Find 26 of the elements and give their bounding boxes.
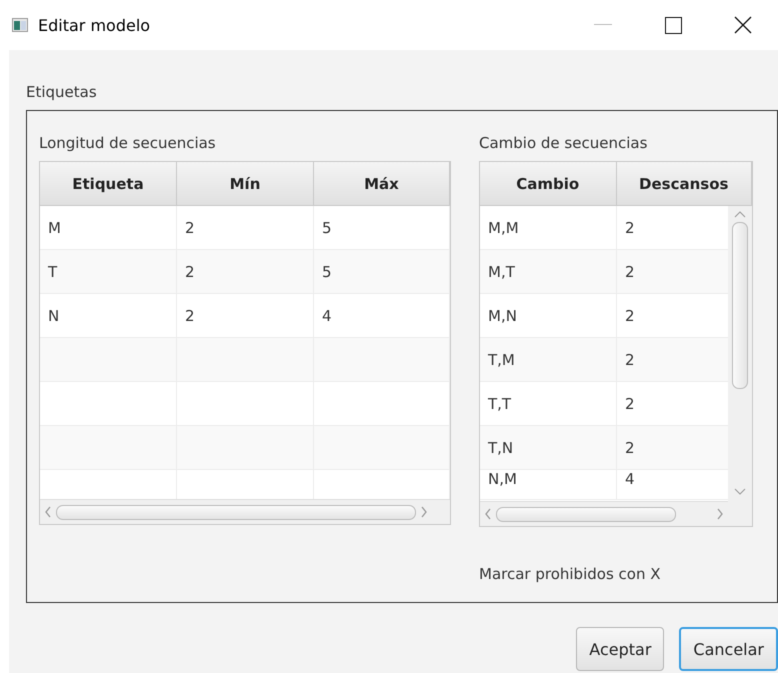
- group-label: Etiquetas: [26, 82, 98, 102]
- dialog-button[interactable]: Aceptar: [576, 627, 664, 671]
- vertical-scrollbar[interactable]: [728, 206, 752, 502]
- scroll-up-icon[interactable]: [734, 210, 746, 218]
- table-cell: N,M: [480, 470, 617, 500]
- table-title: Cambio de secuencias: [479, 133, 648, 153]
- scroll-right-icon[interactable]: [420, 506, 428, 518]
- horizontal-scrollbar[interactable]: [40, 499, 450, 524]
- horizontal-scrollbar[interactable]: [480, 501, 752, 526]
- app-icon: [12, 18, 28, 32]
- table-title: Longitud de secuencias: [39, 133, 217, 153]
- window-title: Editar modelo: [38, 16, 152, 34]
- scroll-down-icon[interactable]: [734, 488, 746, 496]
- minimize-icon[interactable]: [594, 24, 612, 26]
- scroll-left-icon[interactable]: [484, 508, 492, 520]
- column-header[interactable]: Cambio: [480, 162, 616, 206]
- scroll-left-icon[interactable]: [44, 506, 52, 518]
- column-header[interactable]: Mín: [177, 162, 314, 206]
- column-header[interactable]: Descansos: [616, 162, 752, 206]
- scroll-right-icon[interactable]: [716, 508, 724, 520]
- close-icon[interactable]: [734, 16, 752, 34]
- column-header[interactable]: Etiqueta: [40, 162, 177, 206]
- dialog-button[interactable]: Cancelar: [679, 627, 778, 671]
- hint-text: Marcar prohibidos con X: [479, 565, 662, 583]
- column-header[interactable]: Máx: [314, 162, 450, 206]
- maximize-icon[interactable]: [664, 16, 682, 34]
